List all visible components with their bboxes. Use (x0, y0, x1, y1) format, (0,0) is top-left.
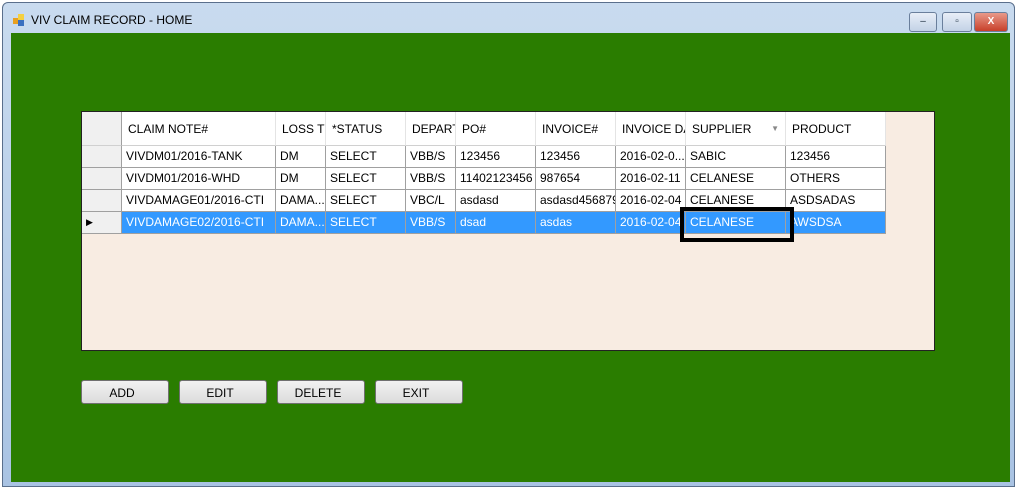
grid-cell[interactable]: 2016-02-04 (616, 212, 686, 234)
close-button[interactable]: X (974, 12, 1008, 32)
grid-cell[interactable]: 11402123456 (456, 168, 536, 190)
grid-cell[interactable]: SELECT (326, 190, 406, 212)
add-button[interactable]: ADD (81, 380, 169, 404)
grid-cell[interactable]: VBC/L (406, 190, 456, 212)
grid-cell[interactable]: 987654 (536, 168, 616, 190)
column-header[interactable]: DEPART (406, 112, 456, 146)
row-header[interactable]: ▶ (82, 212, 122, 234)
grid-cell[interactable]: VIVDM01/2016-TANK (122, 146, 276, 168)
main-window: VIV CLAIM RECORD - HOME – ▫ X CLAIM NOTE… (2, 2, 1015, 487)
column-header[interactable]: INVOICE# (536, 112, 616, 146)
claims-grid[interactable]: CLAIM NOTE#LOSS TYPE*STATUSDEPARTPO#INVO… (81, 111, 935, 351)
column-header[interactable]: SUPPLIER ▼ (686, 112, 786, 146)
grid-cell[interactable]: 2016-02-11 (616, 168, 686, 190)
grid-cell[interactable]: dsad (456, 212, 536, 234)
grid-cell[interactable]: VIVDM01/2016-WHD (122, 168, 276, 190)
row-header[interactable] (82, 168, 122, 190)
grid-cell[interactable]: 123456 (536, 146, 616, 168)
grid-cell[interactable]: SELECT (326, 168, 406, 190)
row-header[interactable] (82, 190, 122, 212)
grid-cell[interactable]: SABIC (686, 146, 786, 168)
grid-cell[interactable]: asdasd456879 (536, 190, 616, 212)
grid-cell[interactable]: VBB/S (406, 146, 456, 168)
column-header[interactable]: PO# (456, 112, 536, 146)
grid-cell[interactable]: 123456 (456, 146, 536, 168)
row-header[interactable] (82, 146, 122, 168)
grid-cell[interactable]: DM (276, 146, 326, 168)
column-header[interactable]: *STATUS (326, 112, 406, 146)
row-header-corner (82, 112, 122, 146)
app-icon (13, 14, 25, 26)
grid-cell[interactable]: asdasd (456, 190, 536, 212)
column-header[interactable]: LOSS TYPE (276, 112, 326, 146)
highlight-box (680, 207, 794, 242)
grid-cell[interactable]: VBB/S (406, 168, 456, 190)
sort-arrow-icon: ▼ (771, 123, 779, 133)
grid-cell[interactable]: VIVDAMAGE01/2016-CTI (122, 190, 276, 212)
delete-button[interactable]: DELETE (277, 380, 365, 404)
grid-cell[interactable]: SELECT (326, 212, 406, 234)
grid-cell[interactable]: CELANESE (686, 168, 786, 190)
grid-cell[interactable]: 2016-02-04 (616, 190, 686, 212)
grid-cell[interactable]: 123456 (786, 146, 886, 168)
grid-cell[interactable]: DAMA... (276, 212, 326, 234)
grid-cell[interactable]: DAMA... (276, 190, 326, 212)
grid-cell[interactable]: 2016-02-0... (616, 146, 686, 168)
grid-cell[interactable]: OTHERS (786, 168, 886, 190)
exit-button[interactable]: EXIT (375, 380, 463, 404)
minimize-button[interactable]: – (909, 12, 937, 32)
grid-cell[interactable]: SELECT (326, 146, 406, 168)
window-title: VIV CLAIM RECORD - HOME (31, 13, 193, 27)
client-area: CLAIM NOTE#LOSS TYPE*STATUSDEPARTPO#INVO… (11, 33, 1010, 482)
grid-cell[interactable]: asdas (536, 212, 616, 234)
grid-cell[interactable]: VBB/S (406, 212, 456, 234)
edit-button[interactable]: EDIT (179, 380, 267, 404)
column-header[interactable]: INVOICE DATE (616, 112, 686, 146)
grid-cell[interactable]: DM (276, 168, 326, 190)
column-header[interactable]: PRODUCT (786, 112, 886, 146)
column-header[interactable]: CLAIM NOTE# (122, 112, 276, 146)
grid-cell[interactable]: ASDSADAS (786, 190, 886, 212)
grid-cell[interactable]: AWSDSA (786, 212, 886, 234)
grid-cell[interactable]: VIVDAMAGE02/2016-CTI (122, 212, 276, 234)
maximize-button[interactable]: ▫ (942, 12, 972, 32)
